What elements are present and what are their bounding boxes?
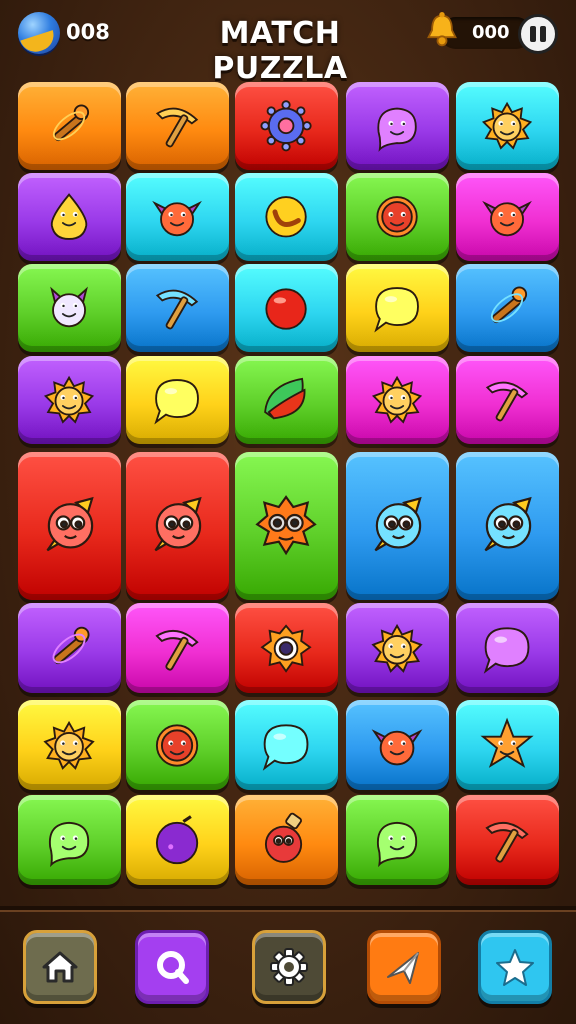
rocket-creature-icon <box>484 497 533 552</box>
game-tile[interactable] <box>18 82 121 170</box>
plum-icon <box>156 814 199 864</box>
pickaxe-icon <box>156 107 199 148</box>
game-tile[interactable] <box>346 264 449 352</box>
game-tile[interactable] <box>235 82 338 170</box>
wand-icon <box>53 104 90 142</box>
cat-creature-icon <box>50 286 89 328</box>
game-tile[interactable] <box>456 173 559 261</box>
settings-button[interactable] <box>252 930 326 1004</box>
game-tile[interactable] <box>235 700 338 790</box>
search-button[interactable] <box>135 930 209 1004</box>
speech-bubble-icon <box>484 626 530 674</box>
spiky-ball-icon <box>260 100 313 152</box>
game-tile[interactable] <box>126 700 229 790</box>
home-button[interactable] <box>23 930 97 1004</box>
game-board <box>0 0 576 900</box>
game-tile[interactable] <box>126 173 229 261</box>
bat-creature-icon <box>482 201 533 237</box>
game-tile[interactable] <box>456 82 559 170</box>
game-tile[interactable] <box>126 603 229 693</box>
game-tile[interactable] <box>235 264 338 352</box>
game-tile[interactable] <box>346 173 449 261</box>
pickaxe-icon <box>486 381 529 422</box>
game-tile[interactable] <box>456 700 559 790</box>
speech-bubble-icon <box>263 723 309 771</box>
leaf-icon <box>264 377 306 420</box>
game-tile[interactable] <box>346 452 449 600</box>
drop-creature-icon <box>51 193 88 241</box>
sun-face-icon <box>482 101 533 150</box>
game-tile[interactable] <box>18 264 121 352</box>
game-tile[interactable] <box>18 603 121 693</box>
game-tile[interactable] <box>126 795 229 885</box>
game-tile[interactable] <box>346 356 449 444</box>
speech-bubble-icon <box>374 287 420 333</box>
game-tile[interactable] <box>456 795 559 885</box>
divider <box>0 906 576 910</box>
wand-icon <box>491 286 528 324</box>
rocket-creature-icon <box>46 497 95 552</box>
pickaxe-icon <box>156 289 199 330</box>
goggle-creature-icon <box>255 495 318 556</box>
game-tile[interactable] <box>456 603 559 693</box>
pickaxe-icon <box>485 821 530 863</box>
bat-creature-icon <box>372 728 423 765</box>
game-tile[interactable] <box>235 795 338 885</box>
message-button[interactable] <box>367 930 441 1004</box>
speech-bubble-icon <box>154 379 200 425</box>
game-tile[interactable] <box>456 264 559 352</box>
sun-face-icon <box>44 375 95 424</box>
game-tile[interactable] <box>235 452 338 600</box>
bat-creature-icon <box>152 201 203 237</box>
sun-face-icon <box>371 623 424 673</box>
game-tile[interactable] <box>235 173 338 261</box>
eye-creature-icon <box>260 623 313 673</box>
rocket-creature-icon <box>374 497 423 552</box>
round-face-icon <box>376 196 419 238</box>
game-tile[interactable] <box>235 356 338 444</box>
game-tile[interactable] <box>126 264 229 352</box>
blob-icon <box>49 821 90 867</box>
game-tile[interactable] <box>126 82 229 170</box>
game-tile[interactable] <box>235 603 338 693</box>
game-tile[interactable] <box>346 82 449 170</box>
search-icon <box>157 951 189 984</box>
potion-icon <box>265 812 303 863</box>
game-tile[interactable] <box>126 452 229 600</box>
sun-face-icon <box>372 375 423 424</box>
home-icon <box>42 951 78 983</box>
favorites-button[interactable] <box>478 930 552 1004</box>
rocket-creature-icon <box>154 497 203 552</box>
star-icon <box>496 949 534 986</box>
game-tile[interactable] <box>346 603 449 693</box>
paper-plane-icon <box>387 952 419 984</box>
blob-icon <box>377 107 418 153</box>
star-creature-icon <box>480 717 535 768</box>
game-tile[interactable] <box>456 356 559 444</box>
game-tile[interactable] <box>18 452 121 600</box>
crescent-icon <box>265 196 308 238</box>
round-face-icon <box>156 723 199 767</box>
game-tile[interactable] <box>346 795 449 885</box>
pickaxe-icon <box>155 629 200 671</box>
gear-icon <box>270 948 308 986</box>
game-tile[interactable] <box>18 700 121 790</box>
game-tile[interactable] <box>18 173 121 261</box>
red-ball-icon <box>265 288 308 330</box>
game-tile[interactable] <box>126 356 229 444</box>
game-tile[interactable] <box>346 700 449 790</box>
blob-icon <box>377 821 418 867</box>
game-tile[interactable] <box>18 356 121 444</box>
wand-icon <box>53 626 90 664</box>
sun-face-icon <box>43 720 96 770</box>
game-tile[interactable] <box>18 795 121 885</box>
game-tile[interactable] <box>456 452 559 600</box>
